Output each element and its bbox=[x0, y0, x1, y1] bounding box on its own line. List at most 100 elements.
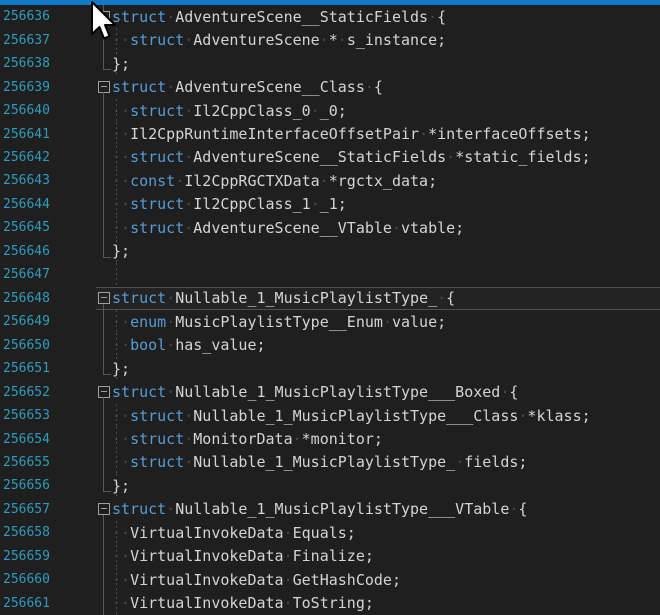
code-text[interactable]: ··VirtualInvokeData·GetHashCode; bbox=[112, 568, 401, 591]
whitespace-dots: · bbox=[166, 78, 175, 96]
code-token: vtable; bbox=[401, 219, 464, 237]
keyword-token: struct bbox=[130, 219, 184, 237]
code-token: value; bbox=[392, 313, 446, 331]
fold-region-line bbox=[103, 99, 104, 122]
code-text[interactable]: ··struct·AdventureScene·*·s_instance; bbox=[112, 28, 446, 51]
code-text[interactable]: ··struct·AdventureScene__StaticFields·*s… bbox=[112, 146, 591, 169]
code-token: Il2CppClass_1 bbox=[193, 195, 310, 213]
fold-collapse-toggle[interactable] bbox=[98, 503, 110, 515]
code-token: }; bbox=[112, 360, 130, 378]
code-token: { bbox=[446, 289, 455, 307]
code-token: AdventureScene__StaticFields bbox=[193, 148, 446, 166]
keyword-token: struct bbox=[112, 383, 166, 401]
whitespace-dots: ·· bbox=[112, 336, 130, 354]
whitespace-dots: ·· bbox=[112, 148, 130, 166]
whitespace-dots: · bbox=[311, 102, 320, 120]
line-number: 256639 bbox=[3, 75, 50, 98]
fold-region-line bbox=[103, 404, 104, 427]
code-text[interactable]: ··struct·MonitorData·*monitor; bbox=[112, 427, 383, 450]
whitespace-dots: ·· bbox=[112, 102, 130, 120]
whitespace-dots: · bbox=[437, 289, 446, 307]
whitespace-dots: · bbox=[446, 148, 455, 166]
code-token: { bbox=[374, 78, 383, 96]
code-text[interactable]: ··struct·AdventureScene__VTable·vtable; bbox=[112, 216, 464, 239]
line-number: 256661 bbox=[3, 592, 50, 615]
whitespace-dots: ·· bbox=[112, 547, 130, 565]
code-text[interactable]: ··const·Il2CppRGCTXData·*rgctx_data; bbox=[112, 169, 437, 192]
whitespace-dots: ·· bbox=[112, 430, 130, 448]
whitespace-dots: ·· bbox=[112, 172, 130, 190]
code-token: { bbox=[509, 383, 518, 401]
whitespace-dots: · bbox=[184, 148, 193, 166]
keyword-token: struct bbox=[112, 78, 166, 96]
code-text[interactable]: struct·AdventureScene__Class·{ bbox=[112, 75, 383, 98]
keyword-token: struct bbox=[130, 430, 184, 448]
whitespace-dots: ·· bbox=[112, 219, 130, 237]
fold-collapse-toggle[interactable] bbox=[98, 292, 110, 304]
keyword-token: struct bbox=[130, 102, 184, 120]
keyword-token: const bbox=[130, 172, 175, 190]
code-text[interactable]: ··VirtualInvokeData·Equals; bbox=[112, 521, 356, 544]
fold-region-line bbox=[103, 427, 104, 450]
keyword-token: struct bbox=[130, 407, 184, 425]
keyword-token: struct bbox=[112, 8, 166, 26]
line-number: 256636 bbox=[3, 5, 50, 28]
line-number: 256646 bbox=[3, 240, 50, 263]
code-text[interactable]: ··enum·MusicPlaylistType__Enum·value; bbox=[112, 310, 446, 333]
code-editor[interactable]: 256636struct·AdventureScene__StaticField… bbox=[0, 5, 660, 615]
keyword-token: struct bbox=[112, 289, 166, 307]
code-text[interactable]: ··struct·Nullable_1_MusicPlaylistType___… bbox=[112, 404, 591, 427]
code-text[interactable]: }; bbox=[112, 474, 130, 497]
line-number: 256648 bbox=[3, 287, 50, 310]
code-line: 256648struct·Nullable_1_MusicPlaylistTyp… bbox=[0, 287, 660, 310]
whitespace-dots: · bbox=[184, 102, 193, 120]
fold-region-line bbox=[103, 521, 104, 544]
code-text[interactable]: ··struct·Il2CppClass_1·_1; bbox=[112, 193, 347, 216]
code-token: MusicPlaylistType__Enum bbox=[175, 313, 383, 331]
line-number: 256645 bbox=[3, 216, 50, 239]
whitespace-dots: · bbox=[166, 500, 175, 518]
keyword-token: struct bbox=[130, 31, 184, 49]
fold-region-line bbox=[103, 240, 104, 257]
code-text[interactable]: }; bbox=[112, 357, 130, 380]
line-number: 256655 bbox=[3, 451, 50, 474]
code-text[interactable]: struct·AdventureScene__StaticFields·{ bbox=[112, 5, 446, 28]
code-text[interactable]: struct·Nullable_1_MusicPlaylistType___Bo… bbox=[112, 380, 518, 403]
code-token: s_instance; bbox=[347, 31, 446, 49]
code-line: 256646}; bbox=[0, 240, 660, 263]
code-text[interactable]: }; bbox=[112, 240, 130, 263]
code-line: 256642··struct·AdventureScene__StaticFie… bbox=[0, 146, 660, 169]
code-text[interactable]: struct·Nullable_1_MusicPlaylistType___VT… bbox=[112, 498, 527, 521]
code-text[interactable]: ··struct·Nullable_1_MusicPlaylistType_·f… bbox=[112, 451, 527, 474]
fold-region-line bbox=[103, 216, 104, 239]
whitespace-dots: · bbox=[284, 594, 293, 612]
code-text[interactable]: ··bool·has_value; bbox=[112, 333, 266, 356]
code-token: VirtualInvokeData bbox=[130, 594, 284, 612]
whitespace-dots: · bbox=[320, 31, 329, 49]
code-text[interactable]: ··Il2CppRuntimeInterfaceOffsetPair·*inte… bbox=[112, 122, 591, 145]
code-token: }; bbox=[112, 242, 130, 260]
code-text[interactable]: }; bbox=[112, 52, 130, 75]
code-text[interactable]: ··VirtualInvokeData·Finalize; bbox=[112, 545, 374, 568]
keyword-token: struct bbox=[130, 148, 184, 166]
line-number: 256658 bbox=[3, 521, 50, 544]
code-token: AdventureScene__Class bbox=[175, 78, 365, 96]
code-line: 256652struct·Nullable_1_MusicPlaylistTyp… bbox=[0, 380, 660, 403]
code-token: _1; bbox=[320, 195, 347, 213]
line-number: 256656 bbox=[3, 474, 50, 497]
fold-region-line bbox=[103, 193, 104, 216]
fold-collapse-toggle[interactable] bbox=[98, 386, 110, 398]
whitespace-dots: · bbox=[383, 313, 392, 331]
code-text[interactable]: ··struct·Il2CppClass_0·_0; bbox=[112, 99, 347, 122]
whitespace-dots: · bbox=[284, 571, 293, 589]
fold-region-line bbox=[103, 146, 104, 169]
code-token: * bbox=[329, 31, 338, 49]
code-line: 256643··const·Il2CppRGCTXData·*rgctx_dat… bbox=[0, 169, 660, 192]
fold-region-line bbox=[103, 122, 104, 145]
code-line: 256657struct·Nullable_1_MusicPlaylistTyp… bbox=[0, 498, 660, 521]
code-text[interactable]: struct·Nullable_1_MusicPlaylistType_·{ bbox=[112, 287, 455, 310]
code-token: Il2CppRuntimeInterfaceOffsetPair bbox=[130, 125, 419, 143]
code-text[interactable]: ··VirtualInvokeData·ToString; bbox=[112, 592, 374, 615]
fold-collapse-toggle[interactable] bbox=[98, 81, 110, 93]
code-token: *monitor; bbox=[302, 430, 383, 448]
